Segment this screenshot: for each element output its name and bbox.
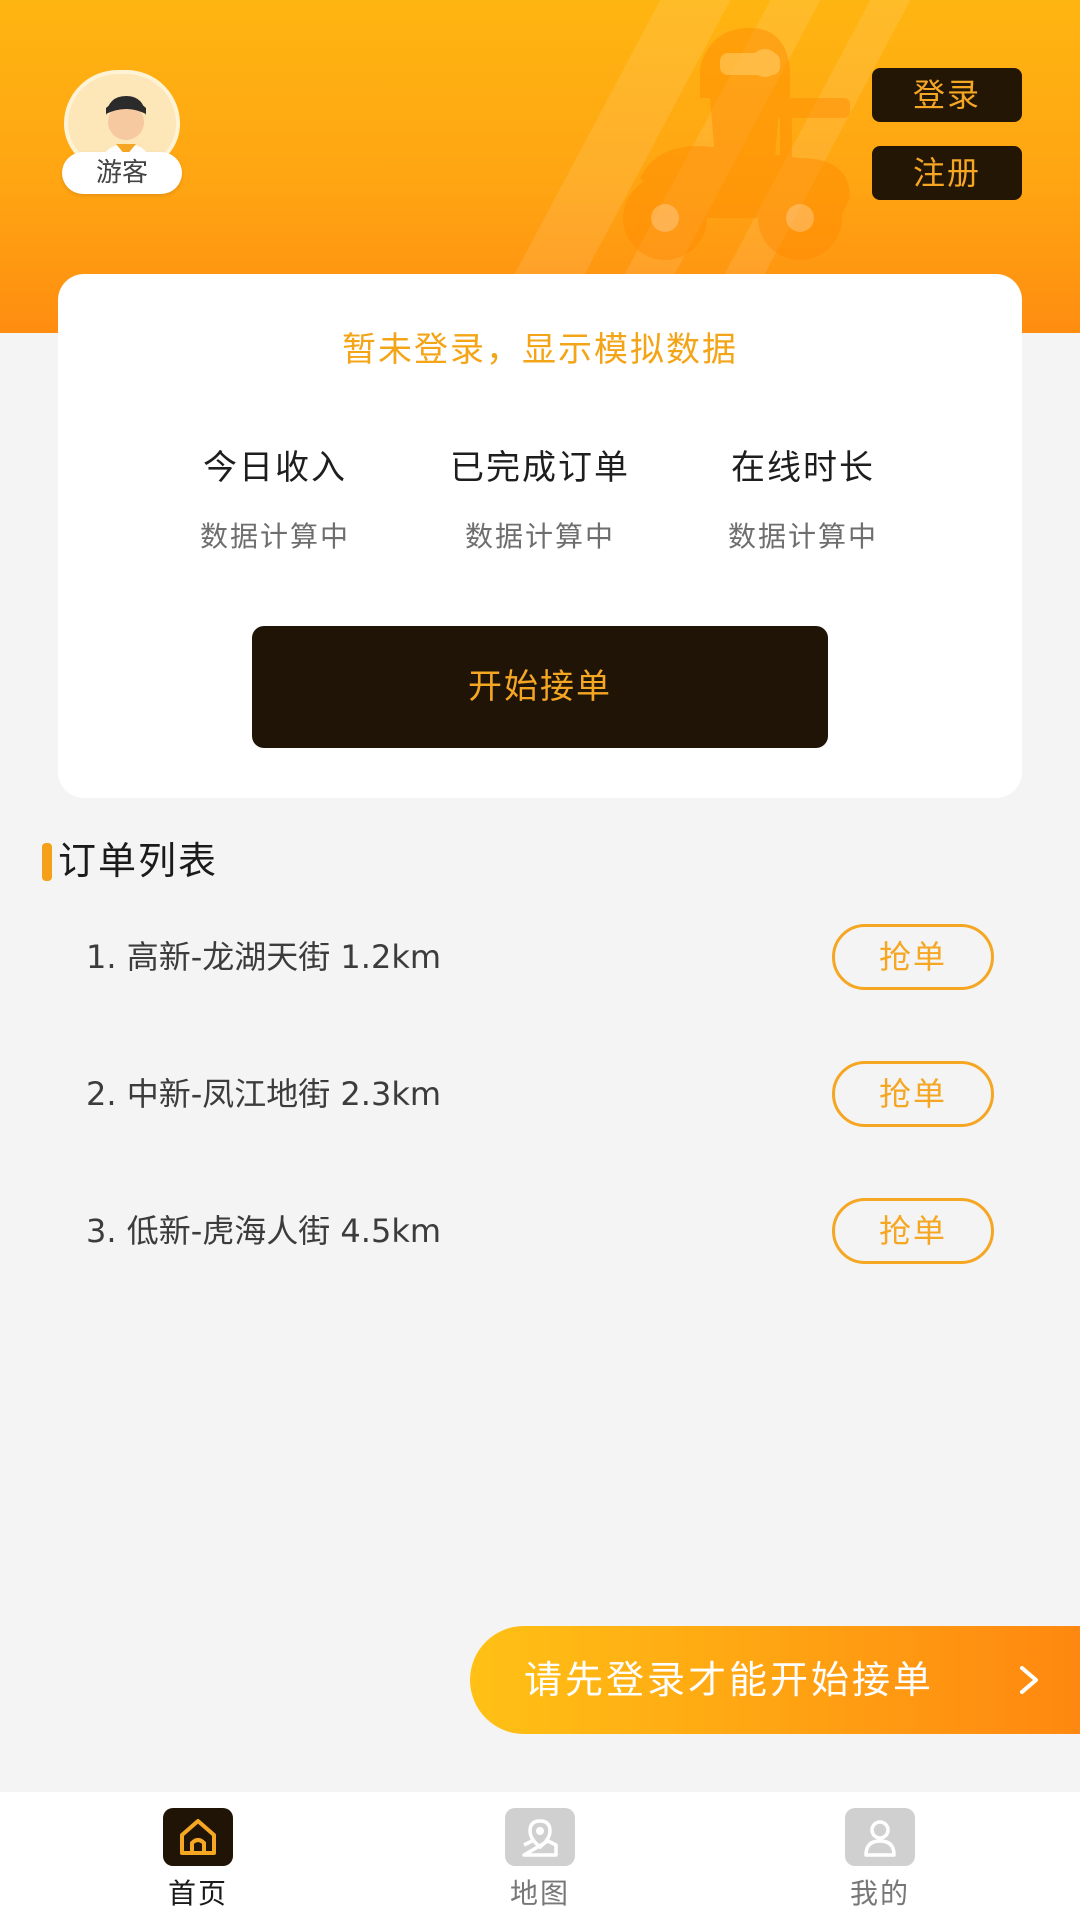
home-icon [163, 1808, 233, 1866]
bottom-tab-bar: 首页 地图 我的 [0, 1792, 1080, 1920]
grab-order-button[interactable]: 抢单 [832, 1198, 994, 1264]
stat-online-duration: 在线时长 数据计算中 [663, 440, 943, 555]
stat-completed-orders: 已完成订单 数据计算中 [400, 440, 680, 555]
tab-map[interactable]: 地图 [450, 1808, 630, 1918]
stats-card: 暂未登录，显示模拟数据 今日收入 数据计算中 已完成订单 数据计算中 在线时长 … [58, 274, 1022, 798]
order-text: 1. 高新-龙湖天街 1.2km [86, 938, 442, 976]
tab-profile[interactable]: 我的 [790, 1808, 970, 1918]
login-prompt-banner[interactable]: 请先登录才能开始接单 [470, 1626, 1080, 1734]
login-prompt-text: 请先登录才能开始接单 [524, 1658, 935, 1702]
user-avatar-block[interactable]: 游客 [62, 70, 182, 195]
stat-title: 今日收入 [203, 448, 347, 488]
tab-label: 我的 [849, 1877, 910, 1910]
stat-value: 数据计算中 [199, 520, 350, 553]
tab-label: 地图 [509, 1877, 570, 1910]
grab-order-button[interactable]: 抢单 [832, 1061, 994, 1127]
tab-label: 首页 [167, 1877, 228, 1910]
register-button[interactable]: 注册 [872, 146, 1022, 200]
stat-value: 数据计算中 [464, 520, 615, 553]
chevron-right-icon [1020, 1666, 1038, 1694]
stat-today-income: 今日收入 数据计算中 [135, 440, 415, 555]
list-item: 1. 高新-龙湖天街 1.2km 抢单 [0, 924, 1080, 990]
tab-home[interactable]: 首页 [108, 1808, 288, 1918]
stat-value: 数据计算中 [727, 520, 878, 553]
order-text: 3. 低新-虎海人街 4.5km [86, 1212, 442, 1250]
order-list-title: 订单列表 [58, 839, 219, 883]
order-text: 2. 中新-凤江地街 2.3km [86, 1075, 442, 1113]
list-item: 3. 低新-虎海人街 4.5km 抢单 [0, 1198, 1080, 1264]
stat-title: 在线时长 [731, 448, 875, 488]
mock-data-notice: 暂未登录，显示模拟数据 [342, 330, 738, 370]
guest-label: 游客 [62, 152, 182, 194]
map-icon [505, 1808, 575, 1866]
start-accepting-button[interactable]: 开始接单 [252, 626, 828, 748]
user-icon [845, 1808, 915, 1866]
grab-order-button[interactable]: 抢单 [832, 924, 994, 990]
stat-title: 已完成订单 [450, 448, 630, 488]
app-screen: 游客 登录 注册 暂未登录，显示模拟数据 今日收入 数据计算中 已完成订单 数据… [0, 0, 1080, 1920]
delivery-rider-illustration [623, 28, 850, 260]
list-item: 2. 中新-凤江地街 2.3km 抢单 [0, 1061, 1080, 1127]
login-button[interactable]: 登录 [872, 68, 1022, 122]
